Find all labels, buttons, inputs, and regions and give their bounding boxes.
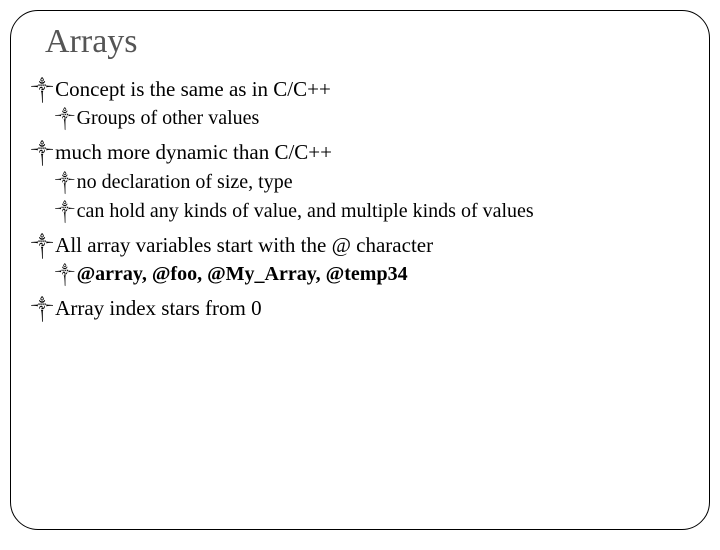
list-item-label: no declaration of size, type [77,171,293,193]
list-item: ༒All array variables start with the @ ch… [31,231,689,259]
list-item-label: can hold any kinds of value, and multipl… [77,200,534,222]
list-item-label: All array variables start with the @ cha… [55,233,433,257]
list-item: ༒no declaration of size, type [55,169,689,196]
bullet-icon: ༒ [31,237,53,254]
list-item: ༒Concept is the same as in C/C++ [31,75,689,103]
bullet-icon: ༒ [31,144,53,161]
list-item-label: Array index stars from 0 [55,296,261,320]
list-item-label: Groups of other values [77,107,260,129]
list-item-label: Concept is the same as in C/C++ [55,77,331,101]
bullet-icon: ༒ [31,300,53,317]
bullet-list: ༒Concept is the same as in C/C++༒Groups … [31,75,689,322]
slide-title: Arrays [45,23,689,61]
list-item-label: much more dynamic than C/C++ [55,140,332,164]
bullet-icon: ༒ [31,81,53,98]
list-item: ༒Array index stars from 0 [31,294,689,322]
bullet-icon: ༒ [55,267,75,282]
list-item: ༒@array, @foo, @My_Array, @temp34 [55,261,689,288]
bullet-icon: ༒ [55,204,75,219]
bullet-icon: ༒ [55,175,75,190]
list-item: ༒Groups of other values [55,105,689,132]
list-item: ༒can hold any kinds of value, and multip… [55,198,689,225]
bullet-icon: ༒ [55,111,75,126]
list-item-label: @array, @foo, @My_Array, @temp34 [77,263,408,285]
slide-frame: Arrays ༒Concept is the same as in C/C++༒… [10,10,710,530]
list-item: ༒much more dynamic than C/C++ [31,138,689,166]
